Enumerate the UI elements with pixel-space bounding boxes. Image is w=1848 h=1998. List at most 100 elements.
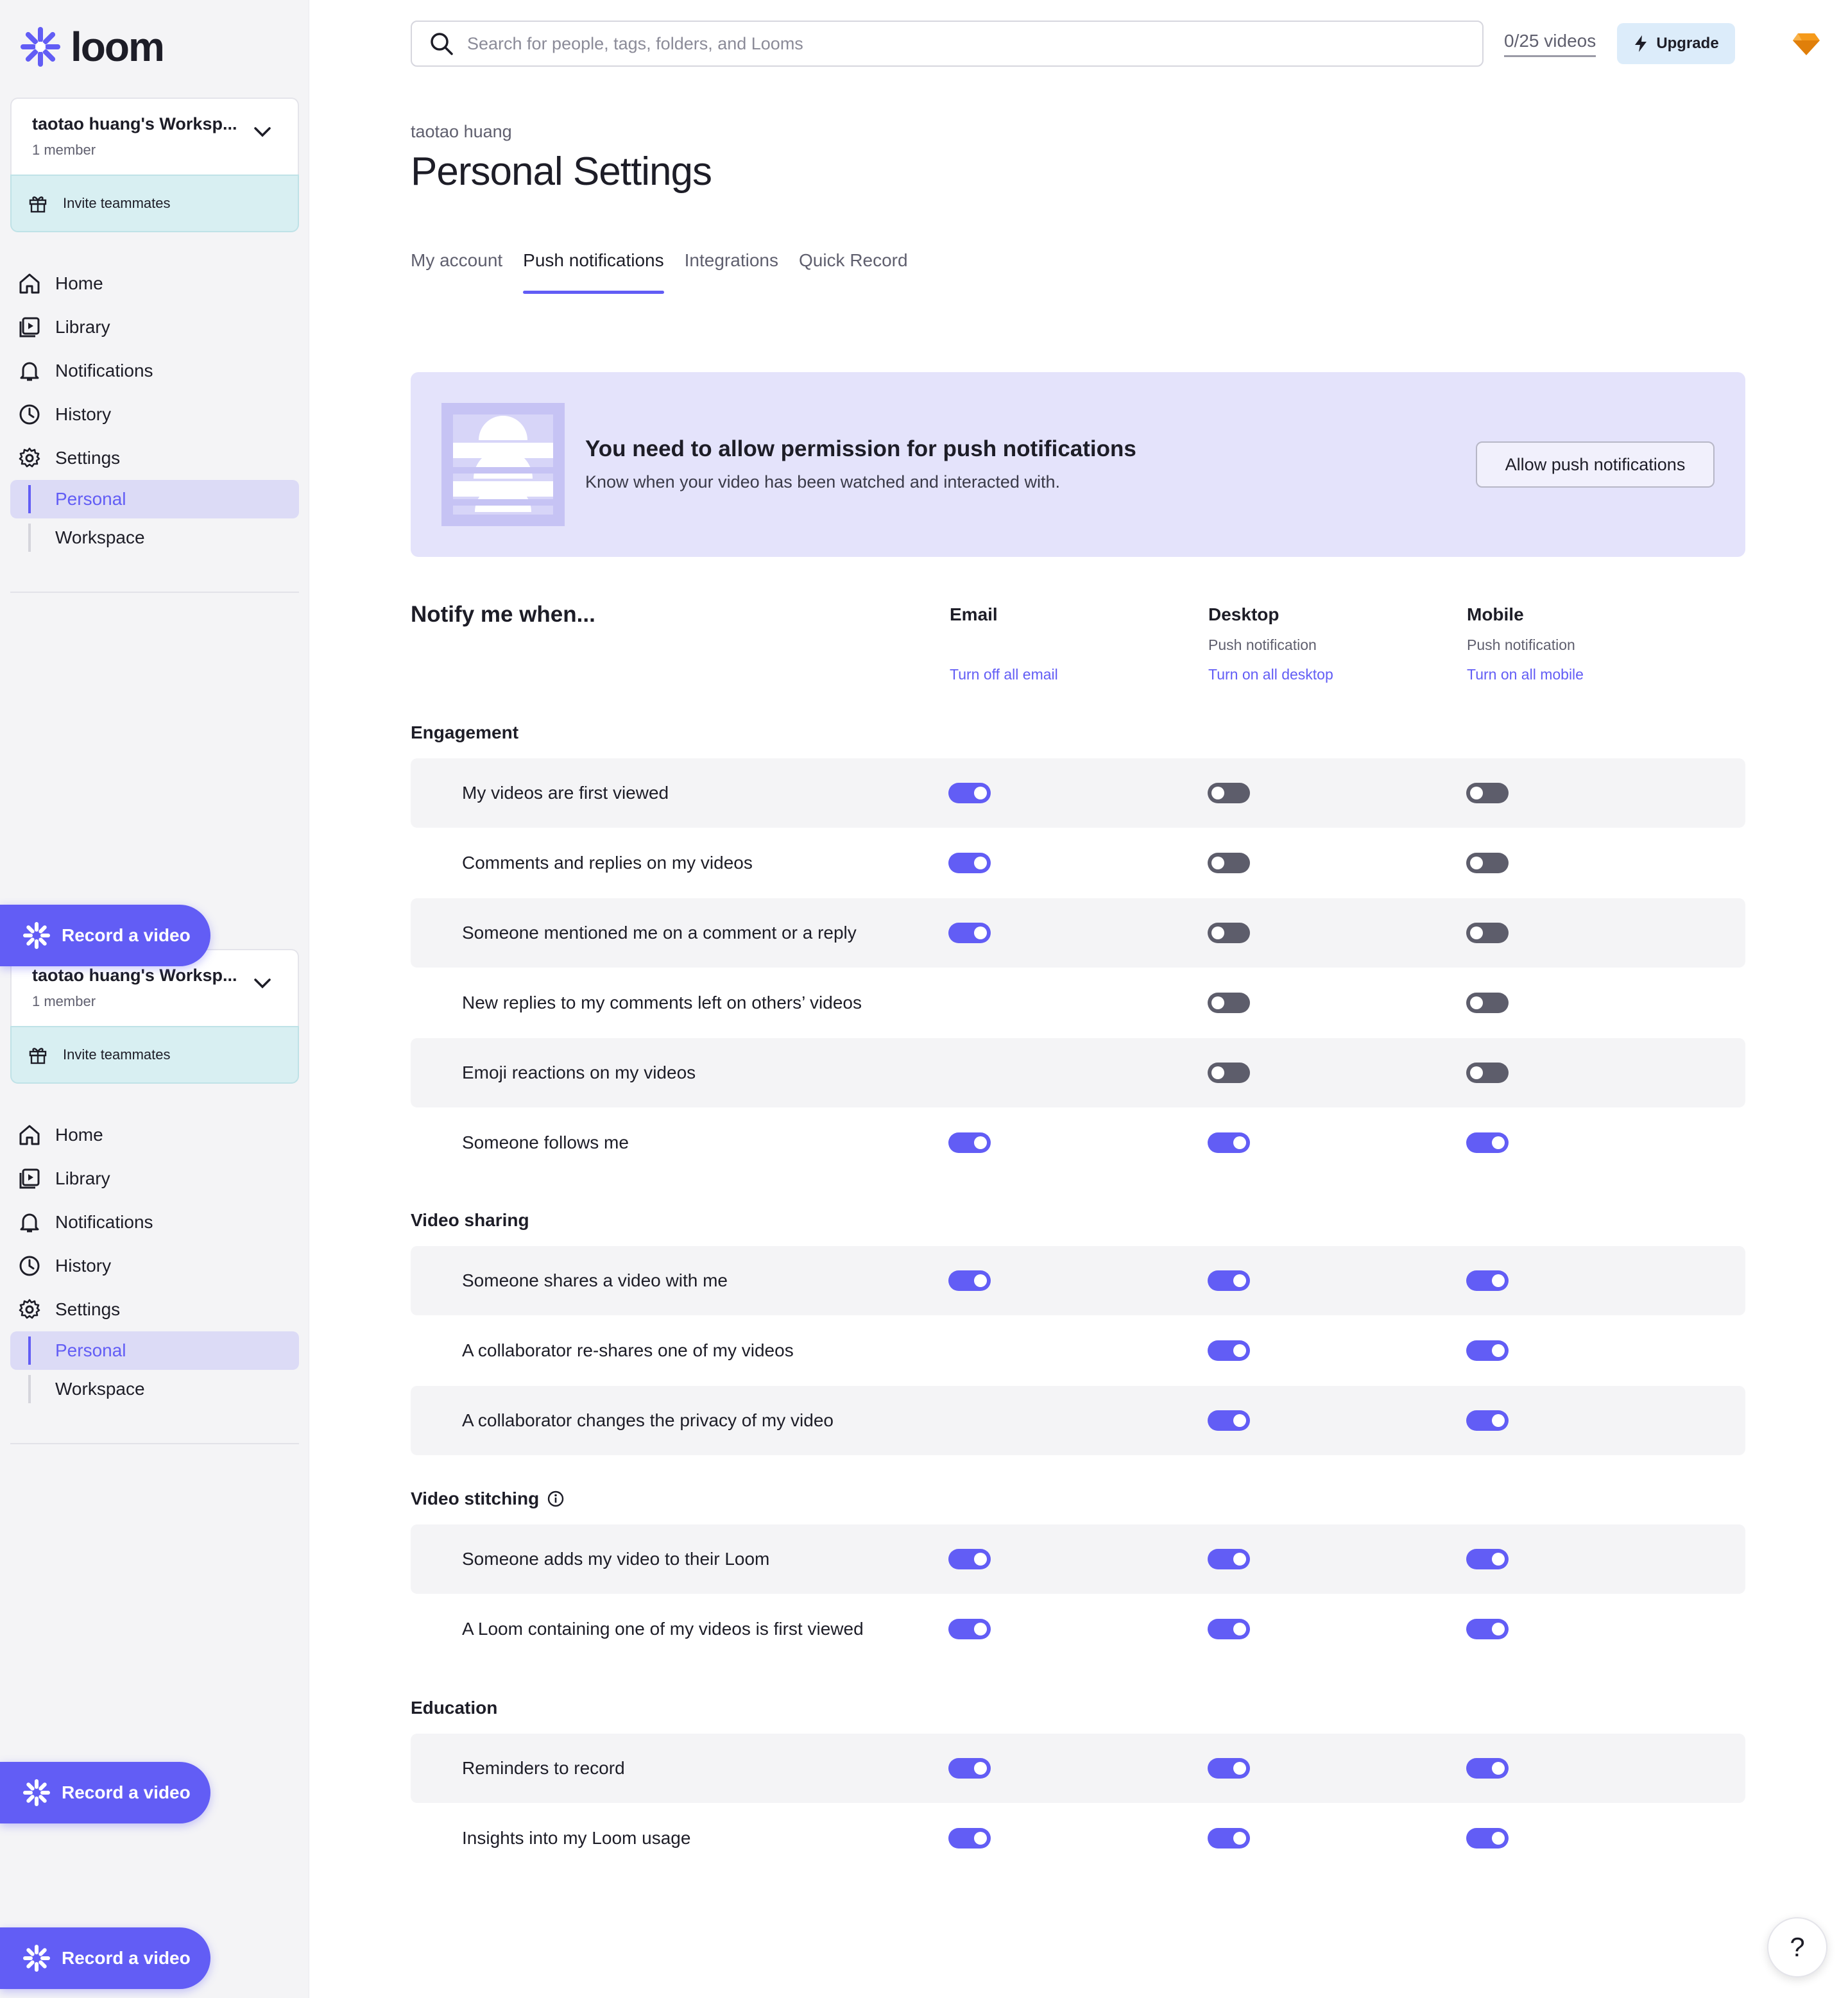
mobile-toggle[interactable]: [1466, 923, 1509, 943]
email-toggle[interactable]: [948, 1132, 991, 1153]
email-toggle[interactable]: [948, 1758, 991, 1779]
permission-banner: You need to allow permission for push no…: [411, 372, 1745, 557]
desktop-toggle[interactable]: [1208, 1063, 1250, 1083]
record-video-button[interactable]: Record a video: [0, 1762, 210, 1823]
invite-teammates-button[interactable]: Invite teammates: [10, 1026, 299, 1084]
gift-icon: [29, 196, 47, 213]
email-toggle[interactable]: [948, 1549, 991, 1569]
section-title-text: Video stitching: [411, 1489, 540, 1508]
sidebar-item-history[interactable]: History: [0, 1244, 309, 1288]
mobile-toggle[interactable]: [1466, 1410, 1509, 1431]
workspace-switcher[interactable]: taotao huang's Worksp... 1 member Invite t…: [10, 98, 299, 232]
notification-row: Someone shares a video with me: [411, 1246, 1745, 1315]
mobile-toggle[interactable]: [1466, 1549, 1509, 1569]
desktop-toggle[interactable]: [1208, 1270, 1250, 1291]
email-toggle[interactable]: [948, 1828, 991, 1849]
upgrade-button[interactable]: Upgrade: [1617, 23, 1735, 64]
loom-burst-icon: [21, 27, 60, 67]
chevron-down-icon[interactable]: [253, 126, 272, 139]
desktop-toggle[interactable]: [1208, 1619, 1250, 1639]
mobile-toggle[interactable]: [1466, 1270, 1509, 1291]
mobile-toggle[interactable]: [1466, 1063, 1509, 1083]
mobile-toggle[interactable]: [1466, 1132, 1509, 1153]
mobile-toggle[interactable]: [1466, 1828, 1509, 1849]
email-column-title: Email: [950, 604, 998, 624]
sidebar-item-personal[interactable]: Personal: [10, 480, 299, 518]
sidebar-item-label: Personal: [55, 1340, 126, 1360]
video-count-link[interactable]: 0/25 videos: [1504, 31, 1596, 57]
desktop-toggle[interactable]: [1208, 1340, 1250, 1361]
sidebar-item-library[interactable]: Library: [0, 1157, 309, 1200]
mobile-column-subtitle: Push notification: [1467, 636, 1575, 653]
record-video-button[interactable]: Record a video: [0, 1927, 210, 1989]
sidebar-item-settings[interactable]: Settings: [0, 436, 309, 480]
info-icon[interactable]: [547, 1490, 565, 1508]
logo-wordmark: loom: [71, 24, 165, 70]
record-label: Record a video: [62, 1782, 191, 1802]
email-toggle[interactable]: [948, 1270, 991, 1291]
allow-push-notifications-button[interactable]: Allow push notifications: [1476, 441, 1715, 488]
notifications-icon: [18, 359, 55, 382]
mobile-toggle[interactable]: [1466, 853, 1509, 873]
sidebar-item-label: Workspace: [55, 527, 145, 547]
tab-push-notifications[interactable]: Push notifications: [523, 250, 665, 294]
desktop-toggle[interactable]: [1208, 1132, 1250, 1153]
mobile-toggle[interactable]: [1466, 1619, 1509, 1639]
mobile-toggle[interactable]: [1466, 1340, 1509, 1361]
notification-label: My videos are first viewed: [462, 783, 669, 803]
sidebar-item-workspace[interactable]: Workspace: [10, 518, 299, 557]
desktop-toggle[interactable]: [1208, 1828, 1250, 1849]
sidebar-item-home[interactable]: Home: [0, 1113, 309, 1157]
desktop-toggle[interactable]: [1208, 783, 1250, 803]
sidebar-item-label: Settings: [55, 448, 121, 468]
nav-indicator: [28, 524, 31, 552]
loom-logo[interactable]: loom: [19, 23, 165, 71]
tab-quick-record[interactable]: Quick Record: [799, 250, 908, 294]
desktop-toggle[interactable]: [1208, 853, 1250, 873]
search-input[interactable]: [467, 33, 1430, 54]
notification-label: Someone shares a video with me: [462, 1270, 728, 1290]
sidebar-item-home[interactable]: Home: [0, 262, 309, 305]
turn-off-all-email-link[interactable]: Turn off all email: [950, 666, 1181, 683]
notification-illustration: [441, 403, 565, 526]
sidebar-item-notifications[interactable]: Notifications: [0, 349, 309, 393]
mobile-toggle[interactable]: [1466, 783, 1509, 803]
notification-label: Reminders to record: [462, 1758, 625, 1778]
sidebar-item-history[interactable]: History: [0, 393, 309, 436]
email-toggle[interactable]: [948, 853, 991, 873]
workspace-members: 1 member: [32, 142, 96, 158]
sidebar-divider: [10, 1443, 299, 1444]
email-toggle[interactable]: [948, 783, 991, 803]
banner-subtitle: Know when your video has been watched an…: [585, 472, 1060, 491]
home-icon: [18, 272, 55, 295]
desktop-toggle[interactable]: [1208, 1549, 1250, 1569]
notify-heading: Notify me when...: [411, 602, 595, 627]
notification-row: Someone mentioned me on a comment or a r…: [411, 898, 1745, 968]
search-bar[interactable]: [411, 21, 1484, 67]
desktop-toggle[interactable]: [1208, 1758, 1250, 1779]
desktop-toggle[interactable]: [1208, 993, 1250, 1013]
tab-integrations[interactable]: Integrations: [685, 250, 778, 294]
turn-on-all-mobile-link[interactable]: Turn on all mobile: [1467, 666, 1698, 683]
desktop-toggle[interactable]: [1208, 923, 1250, 943]
sidebar-item-notifications[interactable]: Notifications: [0, 1200, 309, 1244]
mobile-toggle[interactable]: [1466, 1758, 1509, 1779]
help-button[interactable]: ?: [1767, 1917, 1827, 1977]
tab-my-account[interactable]: My account: [411, 250, 502, 294]
invite-teammates-button[interactable]: Invite teammates: [10, 175, 299, 232]
workspace-switcher[interactable]: taotao huang's Worksp... 1 member Invite t…: [10, 949, 299, 1084]
desktop-toggle[interactable]: [1208, 1410, 1250, 1431]
turn-on-all-desktop-link[interactable]: Turn on all desktop: [1208, 666, 1439, 683]
sidebar-item-settings[interactable]: Settings: [0, 1288, 309, 1331]
sidebar-item-library[interactable]: Library: [0, 305, 309, 349]
mobile-toggle[interactable]: [1466, 993, 1509, 1013]
chevron-down-icon[interactable]: [253, 977, 272, 990]
record-video-button[interactable]: Record a video: [0, 905, 210, 966]
notifications-icon: [18, 1211, 55, 1234]
sidebar-item-personal[interactable]: Personal: [10, 1331, 299, 1370]
sidebar-item-workspace[interactable]: Workspace: [10, 1370, 299, 1408]
email-toggle[interactable]: [948, 1619, 991, 1639]
gift-icon: [29, 1048, 47, 1064]
email-toggle[interactable]: [948, 923, 991, 943]
gem-icon[interactable]: [1792, 32, 1821, 60]
